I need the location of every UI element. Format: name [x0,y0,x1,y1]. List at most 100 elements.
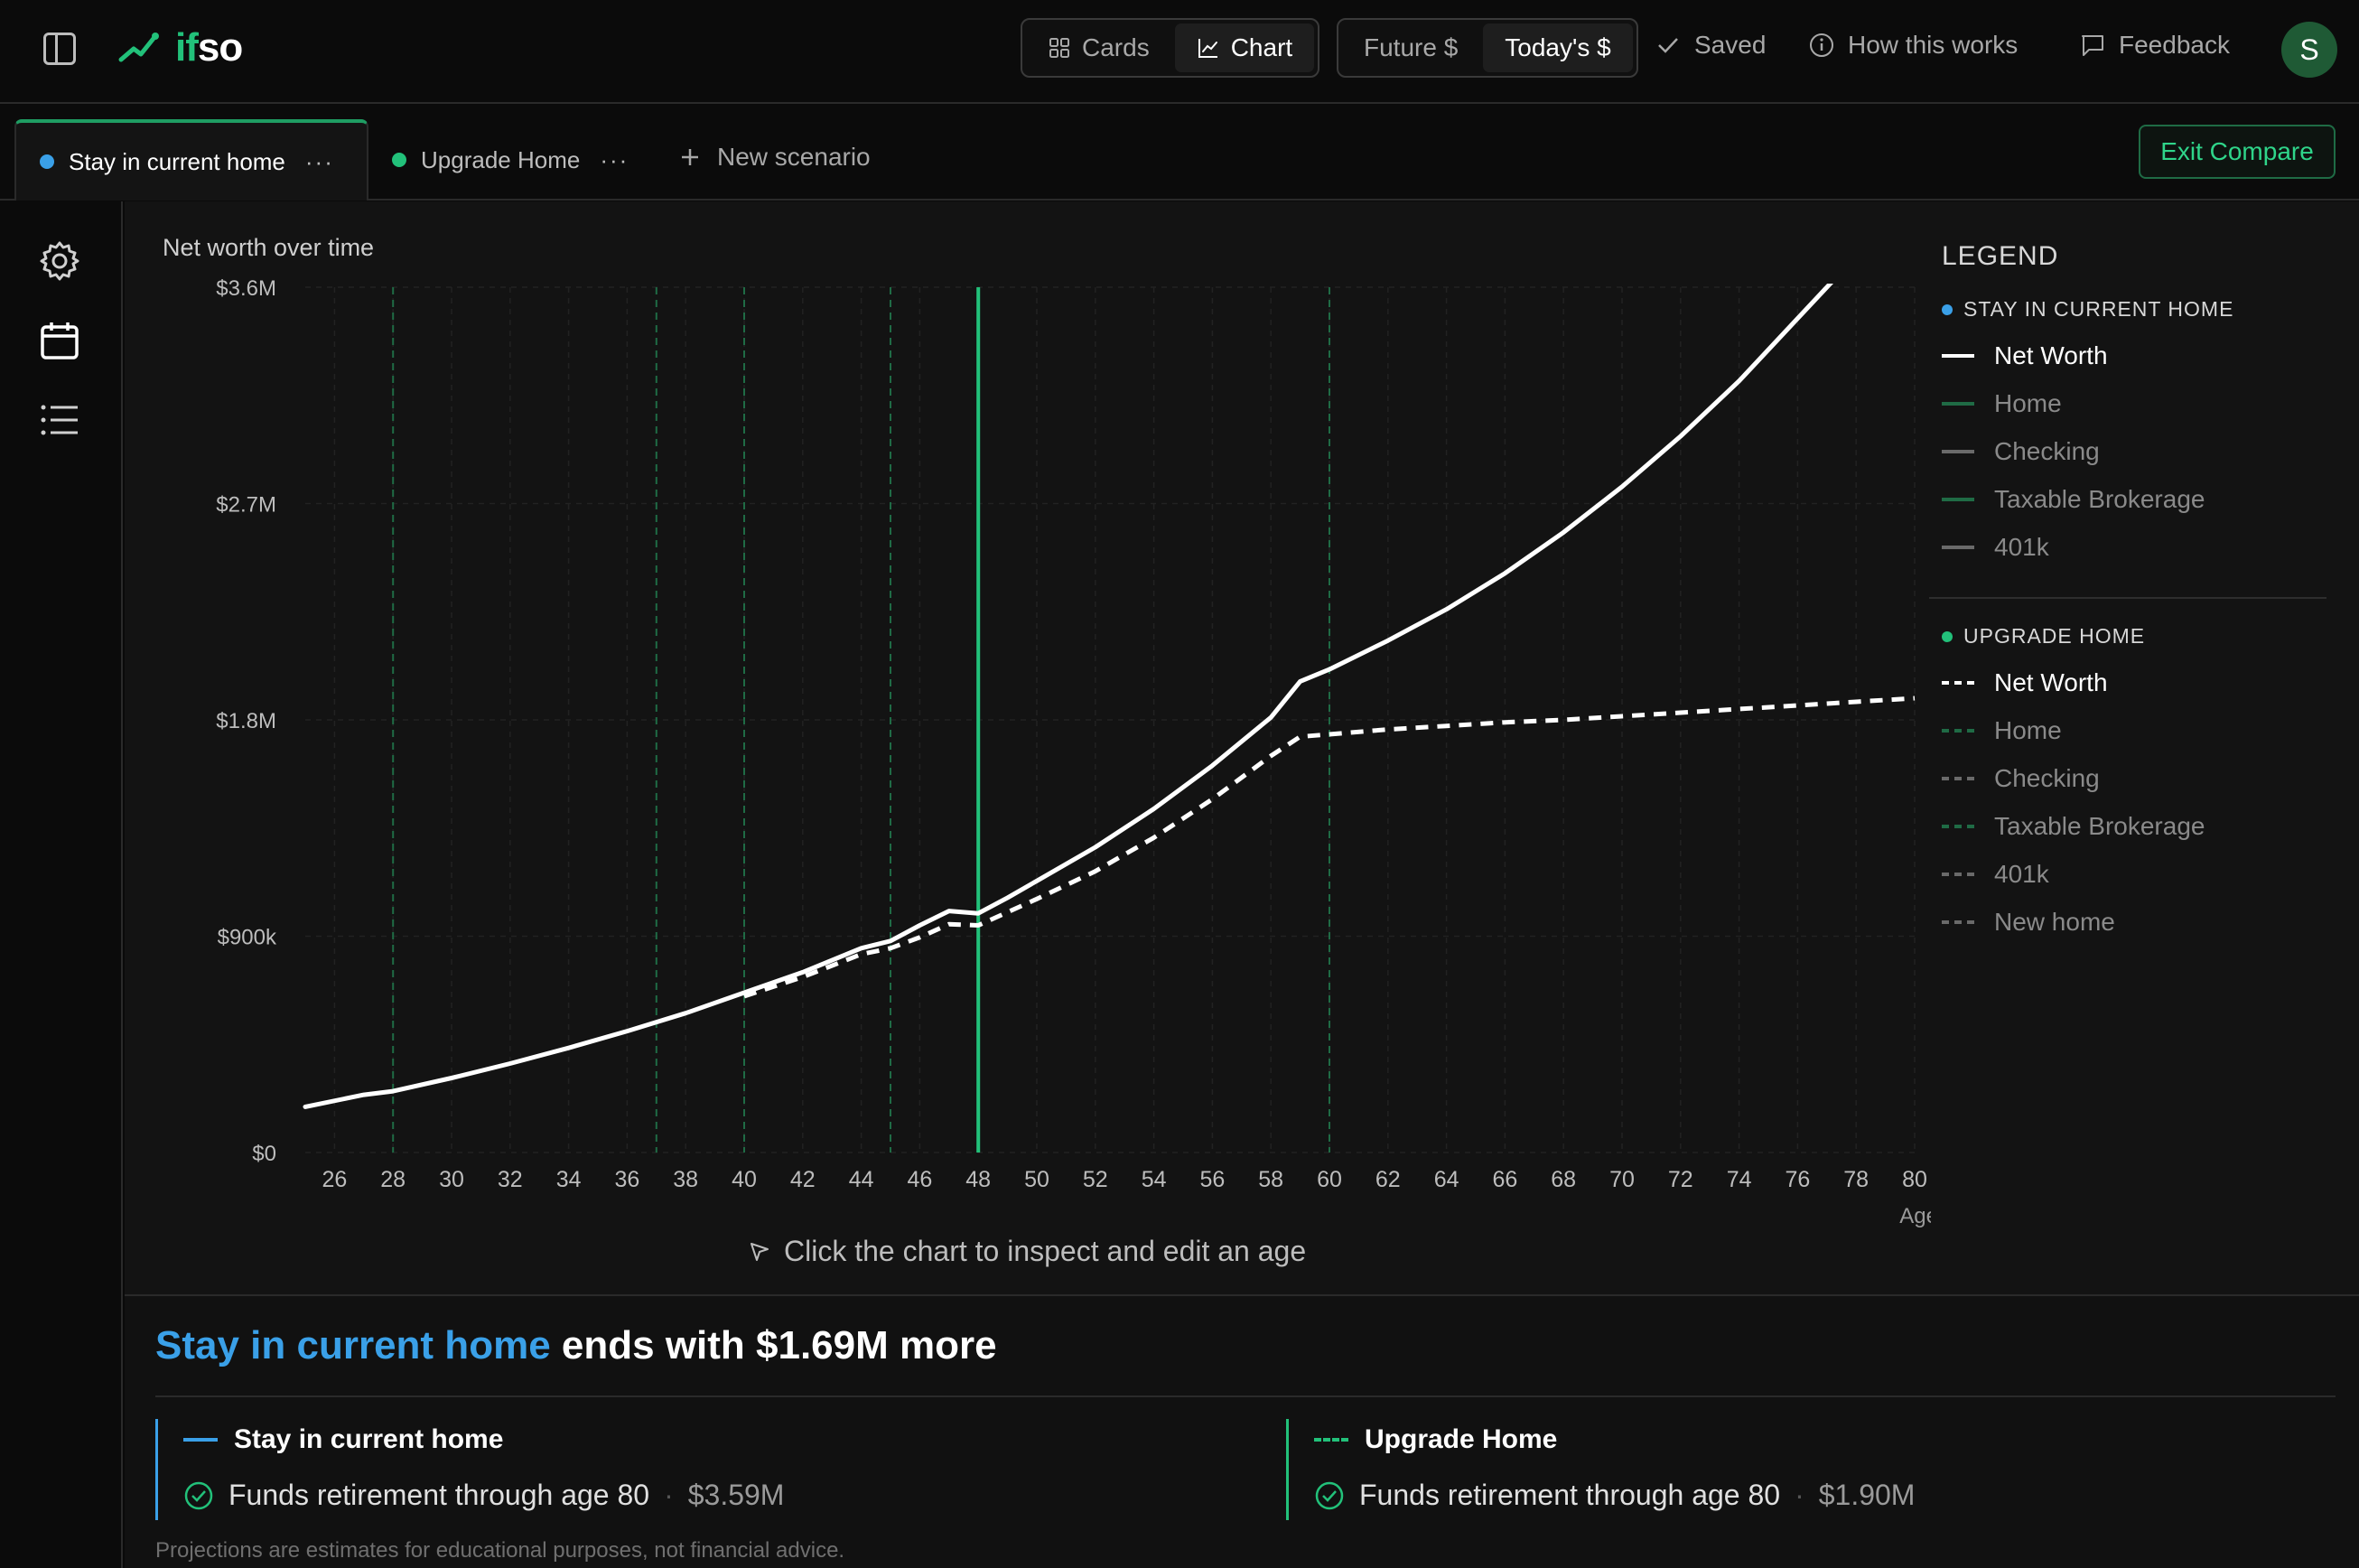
sidebar-toggle-icon[interactable] [43,33,76,65]
legend-item-stay-401k[interactable]: 401k [1942,533,2348,561]
line-chart-icon [1198,39,1217,58]
legend-item-upgrade-checking[interactable]: Checking [1942,764,2348,792]
tab-upgrade-home[interactable]: Upgrade Home ··· [392,119,629,201]
cursor-icon [751,1242,769,1261]
x-tick-label: 40 [732,1167,757,1192]
legend-item-label: Taxable Brokerage [1994,485,2205,513]
legend-group-label: UPGRADE HOME [1963,624,2146,648]
x-tick-label: 32 [498,1167,523,1192]
legend-item-upgrade-401k[interactable]: 401k [1942,860,2348,888]
green-dot-icon [392,153,406,167]
feedback-button[interactable]: Feedback [2079,31,2230,60]
chart-view-button[interactable]: Chart [1174,23,1315,72]
future-dollars-button[interactable]: Future $ [1342,23,1479,72]
y-tick-label: $0 [252,1142,276,1166]
x-tick-label: 68 [1551,1167,1576,1192]
plus-icon [682,149,698,165]
blue-dot-icon [1942,303,1953,315]
dot-separator: · [1795,1479,1804,1511]
saved-label: Saved [1694,31,1767,59]
x-tick-label: 50 [1024,1167,1049,1192]
main-panel: Net worth over time $0 $900k $1.8M $2.7M $3.… [125,201,2359,1568]
x-tick-label: 30 [439,1167,464,1192]
legend-item-label: 401k [1994,533,2049,561]
message-icon [2082,35,2103,56]
logo[interactable]: ifso [117,25,243,70]
x-tick-label: 74 [1727,1167,1752,1192]
solid-line-icon [1942,450,1974,453]
list-icon[interactable] [38,398,81,442]
grid-icon [1049,38,1069,58]
new-scenario-button[interactable]: New scenario [679,143,871,172]
dot-separator: · [664,1479,674,1511]
x-tick-label: 78 [1843,1167,1869,1192]
scenario-tabs: Stay in current home ··· Upgrade Home ··… [0,105,2359,201]
todays-dollars-button[interactable]: Today's $ [1483,23,1633,72]
legend-item-upgrade-new-home[interactable]: New home [1942,908,2348,936]
legend-item-label: Checking [1994,437,2100,465]
more-icon[interactable]: ··· [600,146,629,174]
how-this-works-link[interactable]: How this works [1808,31,2018,60]
x-tick-label: 72 [1668,1167,1693,1192]
gear-icon[interactable] [38,239,81,283]
x-tick-label: 56 [1199,1167,1225,1192]
avatar[interactable]: S [2281,22,2337,78]
legend-item-label: Net Worth [1994,668,2108,696]
tab-label: Upgrade Home [421,145,581,173]
y-tick-label: $1.8M [216,709,276,733]
dashed-line-icon [1942,777,1974,780]
calendar-icon[interactable] [38,319,81,362]
card-title-text: Stay in current home [234,1424,504,1454]
view-toggle: Cards Chart [1021,18,1320,78]
logo-text-if: if [175,25,199,70]
left-rail [0,201,123,1568]
dashed-line-icon [1942,920,1974,924]
chart-label: Chart [1230,33,1293,61]
card-status-row: Funds retirement through age 80 · $1.90M [1314,1479,1915,1512]
logo-text: ifso [175,25,243,70]
x-tick-label: 28 [380,1167,406,1192]
legend-group-upgrade: UPGRADE HOME [1942,624,2348,649]
legend-item-upgrade-net-worth[interactable]: Net Worth [1942,668,2348,696]
more-icon[interactable]: ··· [305,148,334,176]
card-title-text: Upgrade Home [1365,1424,1558,1454]
legend-item-stay-taxable-brokerage[interactable]: Taxable Brokerage [1942,485,2348,513]
legend-item-upgrade-home[interactable]: Home [1942,716,2348,744]
x-tick-label: 52 [1083,1167,1108,1192]
x-tick-label: 80 [1902,1167,1927,1192]
dashed-line-icon [1942,729,1974,733]
x-tick-label: 76 [1785,1167,1810,1192]
legend-item-label: Checking [1994,764,2100,792]
scenario-card-stay: Stay in current home Funds retirement th… [155,1419,784,1520]
x-tick-label: 46 [907,1167,932,1192]
x-tick-label: 66 [1492,1167,1517,1192]
cards-view-button[interactable]: Cards [1026,23,1171,72]
check-icon [1658,38,1678,53]
x-tick-label: 26 [322,1167,347,1192]
legend-item-stay-home[interactable]: Home [1942,389,2348,417]
summary-headline-scenario: Stay in current home [155,1323,551,1367]
app-root: ifso Cards Chart Future $ Today's $ Save… [0,0,2359,1568]
y-tick-label: $2.7M [216,493,276,518]
top-bar: ifso Cards Chart Future $ Today's $ Save… [0,0,2359,104]
exit-compare-button[interactable]: Exit Compare [2139,125,2336,179]
tab-stay-in-current-home[interactable]: Stay in current home ··· [14,119,368,201]
x-tick-label: 48 [965,1167,991,1192]
blue-dot-icon [40,154,54,169]
new-scenario-label: New scenario [717,143,871,171]
legend-item-label: New home [1994,908,2115,936]
comparison-summary: Stay in current home ends with $1.69M mo… [125,1294,2359,1568]
x-tick-label: 70 [1609,1167,1635,1192]
legend-item-upgrade-taxable-brokerage[interactable]: Taxable Brokerage [1942,812,2348,840]
summary-headline-rest: ends with $1.69M more [550,1323,997,1367]
x-tick-label: 62 [1375,1167,1401,1192]
legend-item-stay-net-worth[interactable]: Net Worth [1942,341,2348,369]
dashed-line-icon [1942,681,1974,685]
card-status-text: Funds retirement through age 80 [1359,1479,1781,1511]
cards-label: Cards [1082,33,1150,61]
net-worth-chart[interactable]: $0 $900k $1.8M $2.7M $3.6M 26 28 30 32 34 36 38 40 42… [125,201,1931,1285]
dashed-line-icon [1942,825,1974,828]
legend-title: LEGEND [1942,241,2059,271]
info-icon [1810,33,1833,57]
legend-item-stay-checking[interactable]: Checking [1942,437,2348,465]
